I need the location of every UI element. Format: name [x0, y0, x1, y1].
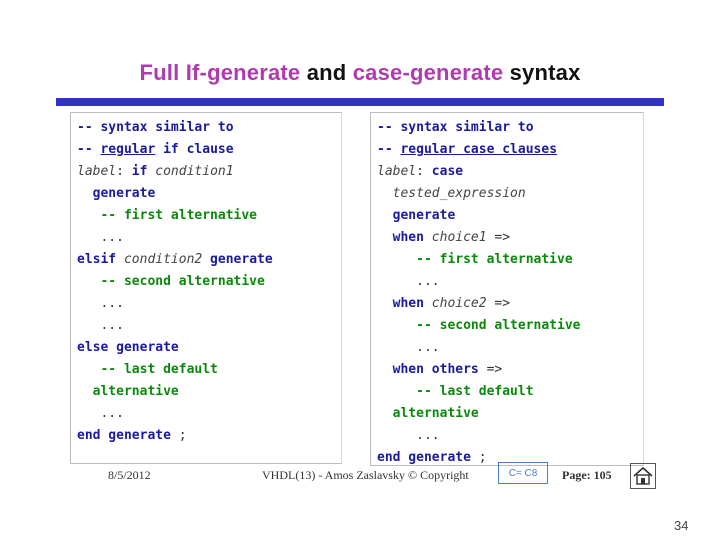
code-line: when choice2 => [377, 293, 581, 315]
code-token: regular [100, 142, 156, 157]
code-line: ... [77, 315, 273, 337]
code-token: -- last default [377, 384, 534, 399]
code-token: ; [170, 428, 187, 443]
code-line: alternative [377, 403, 581, 425]
code-token: -- second alternative [77, 274, 265, 289]
code-token: if [131, 164, 148, 179]
code-line: label: case [377, 161, 581, 183]
code-line: alternative [77, 381, 273, 403]
code-token: ... [377, 340, 440, 355]
code-token: condition1 [147, 164, 234, 179]
code-token: condition2 [116, 252, 203, 267]
code-line: -- syntax similar to [377, 117, 581, 139]
code-line: ... [377, 337, 581, 359]
code-token: -- [77, 142, 101, 157]
code-token: end generate [377, 450, 471, 465]
code-token: => [486, 230, 511, 245]
code-token: -- first alternative [377, 252, 573, 267]
code-line: ... [377, 425, 581, 447]
code-token: when [377, 296, 424, 311]
code-token: generate [377, 208, 456, 223]
code-token: -- second alternative [377, 318, 581, 333]
code-line: generate [377, 205, 581, 227]
code-line: end generate ; [377, 447, 581, 465]
code-token: -- first alternative [77, 208, 258, 223]
code-token: ... [77, 230, 124, 245]
code-token: tested_expression [377, 186, 526, 201]
code-line: -- first alternative [377, 249, 581, 271]
title-part-syntax: syntax [509, 60, 581, 85]
title-part-and: and [306, 60, 347, 85]
code-token: if clause [155, 142, 234, 157]
code-token: => [486, 296, 511, 311]
code-line: -- regular case clauses [377, 139, 581, 161]
code-line: end generate ; [77, 425, 273, 447]
code-token: label [77, 164, 117, 179]
footer-course: VHDL(13) - Amos Zaslavsky © Copyright [262, 468, 469, 482]
code-token: elsif [77, 252, 117, 267]
code-token: ... [77, 406, 124, 421]
if-generate-code: -- syntax similar to -- regular if clause… [77, 117, 273, 447]
code-token: when [377, 230, 424, 245]
code-token: ... [77, 318, 124, 333]
code-token: choice1 [423, 230, 487, 245]
footer-date: 8/5/2012 [108, 468, 151, 482]
title-part-if-generate: Full If-generate [139, 60, 301, 85]
code-line: when choice1 => [377, 227, 581, 249]
code-line: elsif condition2 generate [77, 249, 273, 271]
slide-title: Full If-generate and case-generate synta… [0, 60, 720, 86]
home-glyph [633, 466, 653, 485]
case-generate-code-panel: -- syntax similar to -- regular case clau… [370, 112, 644, 466]
code-line: -- syntax similar to [77, 117, 273, 139]
code-token: => [478, 362, 503, 377]
code-token: -- [377, 142, 401, 157]
footer-page: Page: 105 [562, 468, 612, 482]
code-token: generate [202, 252, 273, 267]
title-part-case-generate: case-generate [352, 60, 504, 85]
code-line: ... [77, 403, 273, 425]
home-icon[interactable] [630, 463, 656, 489]
code-line: label: if condition1 [77, 161, 273, 183]
code-token: case [431, 164, 464, 179]
code-line: else generate [77, 337, 273, 359]
code-line: when others => [377, 359, 581, 381]
code-token: ... [77, 296, 124, 311]
code-token: ... [377, 428, 440, 443]
code-line: generate [77, 183, 273, 205]
code-line: ... [77, 293, 273, 315]
title-divider-bar [56, 98, 664, 106]
code-token: -- last default [77, 362, 218, 377]
code-token: ... [377, 274, 440, 289]
code-line: -- last default [77, 359, 273, 381]
if-generate-code-panel: -- syntax similar to -- regular if clause… [70, 112, 342, 464]
code-token: end generate [77, 428, 171, 443]
code-token: alternative [77, 384, 179, 399]
code-token: choice2 [423, 296, 487, 311]
code-token: ; [470, 450, 487, 465]
code-token: generate [77, 186, 156, 201]
footer-badge: C= C8 [498, 462, 548, 484]
code-line: -- second alternative [77, 271, 273, 293]
code-line: ... [377, 271, 581, 293]
code-line: tested_expression [377, 183, 581, 205]
code-token: regular case clauses [400, 142, 558, 157]
code-token: -- syntax similar to [377, 120, 534, 135]
code-token: : [116, 164, 132, 179]
code-token: when others [377, 362, 479, 377]
case-generate-code: -- syntax similar to -- regular case clau… [377, 117, 581, 465]
code-line: -- first alternative [77, 205, 273, 227]
slide-number: 34 [674, 518, 689, 533]
code-line: -- second alternative [377, 315, 581, 337]
code-line: -- regular if clause [77, 139, 273, 161]
code-token: : [416, 164, 432, 179]
code-token: -- syntax similar to [77, 120, 234, 135]
code-token: label [377, 164, 417, 179]
code-line: ... [77, 227, 273, 249]
code-token: else generate [77, 340, 179, 355]
code-line: -- last default [377, 381, 581, 403]
code-token: alternative [377, 406, 479, 421]
